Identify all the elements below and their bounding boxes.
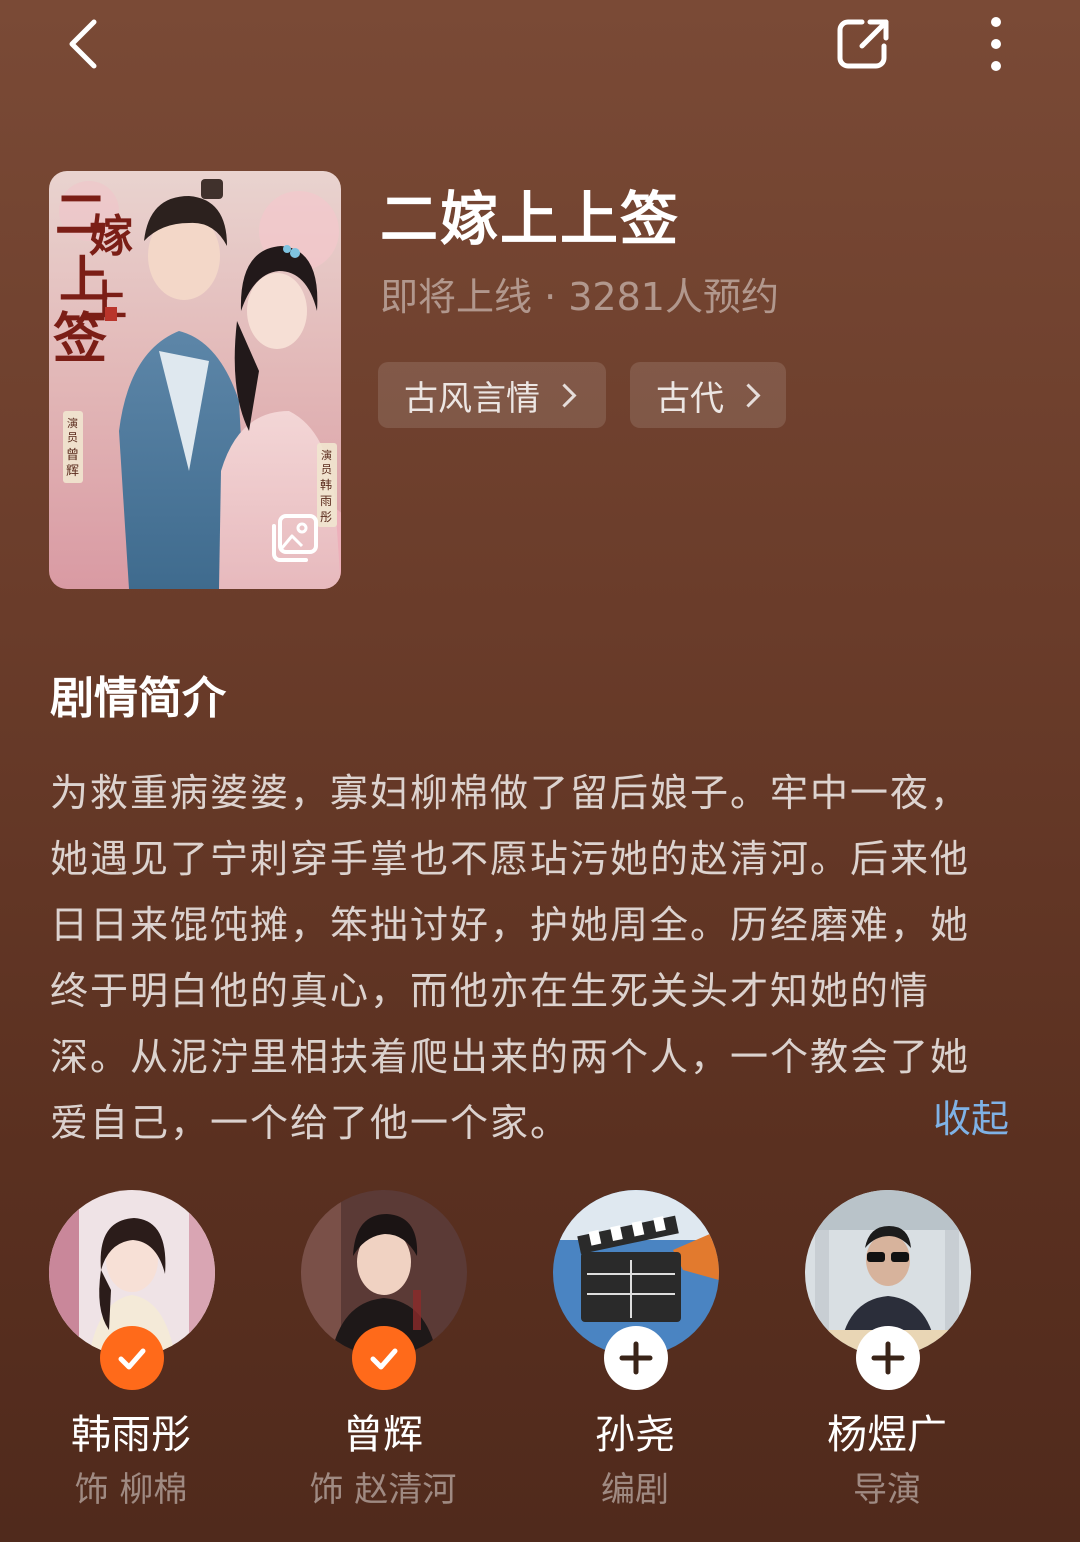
followed-badge[interactable] xyxy=(352,1326,416,1390)
svg-text:雨: 雨 xyxy=(320,494,332,508)
synopsis-heading: 剧情简介 xyxy=(50,673,226,724)
tag-label: 古代 xyxy=(656,378,724,419)
person-card[interactable]: 杨煜广 导演 xyxy=(772,1190,1002,1520)
more-vertical-icon xyxy=(991,17,1001,71)
synopsis-line: 深。从泥泞里相扶着爬出来的两个人，一个教会了她 xyxy=(50,1035,971,1079)
synopsis-text: 为救重病婆婆，寡妇柳棉做了留后娘子。牢中一夜， 她遇见了宁刺穿手掌也不愿玷污她的… xyxy=(50,760,1016,1156)
svg-text:演: 演 xyxy=(67,416,78,430)
share-button[interactable] xyxy=(834,14,894,74)
plus-icon xyxy=(871,1341,905,1375)
check-icon xyxy=(370,1348,398,1370)
follow-button[interactable] xyxy=(604,1326,668,1390)
person-name: 杨煜广 xyxy=(827,1412,947,1458)
chevron-right-icon xyxy=(736,382,761,408)
synopsis-line: 爱自己，一个给了他一个家。 xyxy=(50,1101,571,1145)
share-icon xyxy=(837,19,889,69)
tag-genre[interactable]: 古风言情 xyxy=(378,362,606,428)
svg-text:曾: 曾 xyxy=(66,448,79,463)
drama-title: 二嫁上上签 xyxy=(380,185,681,253)
svg-text:韩: 韩 xyxy=(320,477,332,492)
more-button[interactable] xyxy=(966,14,1026,74)
chevron-left-icon xyxy=(69,19,97,69)
synopsis-line: 终于明白他的真心，而他亦在生死关头才知她的情 xyxy=(50,969,931,1013)
synopsis-line: 她遇见了宁刺穿手掌也不愿玷污她的赵清河。后来他 xyxy=(50,837,971,881)
person-card[interactable]: 韩雨彤 饰 柳棉 xyxy=(16,1190,246,1520)
gallery-icon[interactable] xyxy=(268,512,320,564)
tag-label: 古风言情 xyxy=(404,378,540,419)
top-bar xyxy=(0,0,1080,100)
drama-status: 即将上线 · 3281人预约 xyxy=(380,275,779,319)
person-role: 饰 柳棉 xyxy=(74,1470,188,1510)
svg-text:员: 员 xyxy=(67,431,78,444)
synopsis-line: 日日来馄饨摊，笨拙讨好，护她周全。历经磨难，她 xyxy=(50,903,971,947)
followed-badge[interactable] xyxy=(100,1326,164,1390)
person-name: 孙尧 xyxy=(595,1412,675,1458)
person-card[interactable]: 曾辉 饰 赵清河 xyxy=(268,1190,498,1520)
svg-text:员: 员 xyxy=(321,463,332,476)
back-button[interactable] xyxy=(58,16,114,72)
svg-text:彤: 彤 xyxy=(320,510,332,524)
cast-crew-list: 韩雨彤 饰 柳棉 曾辉 饰 赵清河 孙尧 编剧 杨煜广 导演 xyxy=(0,1190,1080,1530)
svg-text:演: 演 xyxy=(321,448,332,462)
person-role: 编剧 xyxy=(601,1470,669,1510)
svg-text:辉: 辉 xyxy=(66,464,79,479)
plus-icon xyxy=(619,1341,653,1375)
person-name: 韩雨彤 xyxy=(71,1412,191,1458)
svg-text:签: 签 xyxy=(53,306,107,370)
person-role: 导演 xyxy=(853,1470,921,1510)
person-role: 饰 赵清河 xyxy=(309,1470,457,1510)
synopsis-line: 为救重病婆婆，寡妇柳棉做了留后娘子。牢中一夜， xyxy=(50,771,971,815)
tag-era[interactable]: 古代 xyxy=(630,362,786,428)
follow-button[interactable] xyxy=(856,1326,920,1390)
check-icon xyxy=(118,1348,146,1370)
collapse-button[interactable]: 收起 xyxy=(933,1088,1009,1143)
person-name: 曾辉 xyxy=(343,1412,423,1458)
person-card[interactable]: 孙尧 编剧 xyxy=(520,1190,750,1520)
chevron-right-icon xyxy=(552,382,577,408)
drama-poster[interactable]: 二 嫁 上 上 签 演 员 曾 辉 演 员 韩 雨 彤 xyxy=(49,171,341,589)
